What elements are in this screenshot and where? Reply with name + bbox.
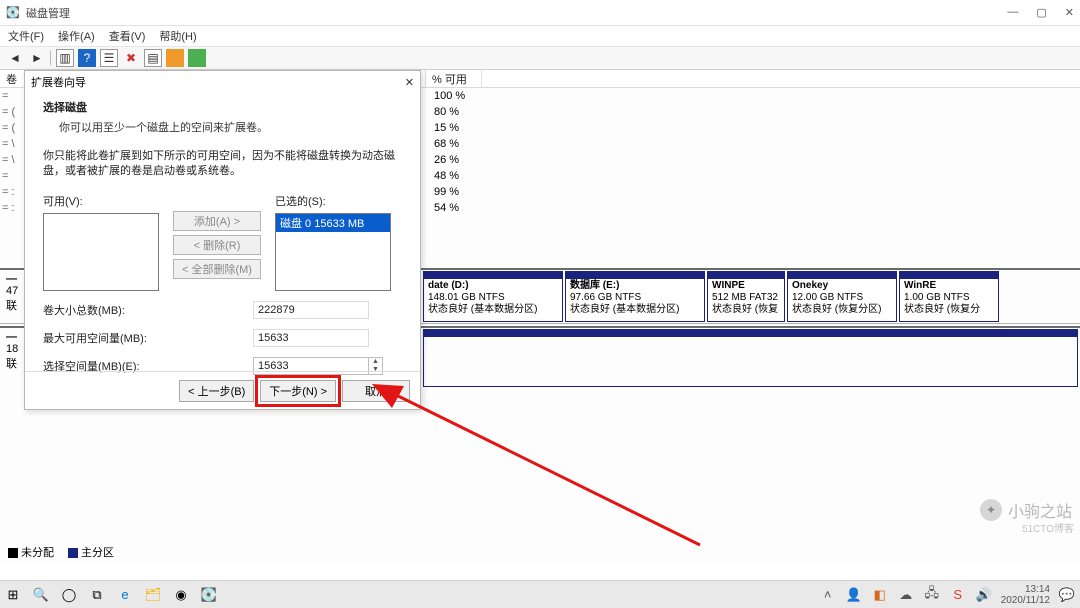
taskbar-clock[interactable]: 13:14 2020/11/12 [1001, 584, 1050, 606]
pct-5: 48 % [430, 170, 459, 182]
wechat-badge: ✦ 小驹之站 [980, 498, 1072, 522]
disk1-partition[interactable] [423, 329, 1078, 387]
tray-red-icon[interactable]: S [949, 586, 967, 604]
taskview-icon[interactable]: ⧉ [88, 586, 106, 604]
pct-0: 100 % [430, 90, 465, 102]
pct-6: 99 % [430, 186, 459, 198]
col-pct[interactable]: % 可用 [426, 70, 482, 87]
dialog-title: 扩展卷向导 [31, 74, 405, 90]
taskbar-time: 13:14 [1001, 584, 1050, 595]
total-size-value: 222879 [253, 301, 369, 319]
menu-action[interactable]: 操作(A) [58, 28, 95, 44]
pct-4: 26 % [430, 154, 459, 166]
partition[interactable]: WinRE1.00 GB NTFS状态良好 (恢复分 [899, 271, 999, 322]
notifications-icon[interactable]: 💬 [1058, 586, 1076, 604]
available-label: 可用(V): [43, 193, 159, 209]
disk0-partitions: date (D:)148.01 GB NTFS状态良好 (基本数据分区)数据库 … [421, 270, 1080, 323]
back-button[interactable]: < 上一步(B) [179, 380, 254, 402]
search-icon[interactable]: 🔍 [32, 586, 50, 604]
pct-1: 80 % [430, 106, 459, 118]
taskbar-date: 2020/11/12 [1001, 595, 1050, 606]
legend-primary: 主分区 [81, 547, 114, 559]
menubar: 文件(F) 操作(A) 查看(V) 帮助(H) [0, 26, 1080, 46]
wechat-icon: ✦ [980, 499, 1002, 521]
start-button[interactable]: ⊞ [4, 586, 22, 604]
forward-icon[interactable]: ► [28, 49, 46, 67]
extend-volume-wizard: 扩展卷向导 ✕ 选择磁盘 你可以用至少一个磁盘上的空间来扩展卷。 你只能将此卷扩… [24, 70, 421, 410]
tray-orange-icon[interactable]: ◧ [871, 586, 889, 604]
menu-help[interactable]: 帮助(H) [159, 28, 196, 44]
legend: 未分配 主分区 [8, 544, 114, 560]
partition[interactable]: WINPE512 MB FAT32状态良好 (恢复 [707, 271, 785, 322]
back-icon[interactable]: ◄ [6, 49, 24, 67]
max-space-value: 15633 [253, 329, 369, 347]
legend-unalloc: 未分配 [21, 547, 54, 559]
cancel-button[interactable]: 取消 [342, 380, 410, 402]
diskmgmt-task-icon[interactable]: 💽 [200, 586, 218, 604]
spin-up-icon[interactable]: ▲ [369, 358, 382, 366]
separator [50, 50, 52, 66]
partition[interactable]: 数据库 (E:)97.66 GB NTFS状态良好 (基本数据分区) [565, 271, 705, 322]
tray-people-icon[interactable]: 👤 [845, 586, 863, 604]
remove-button[interactable]: < 删除(R) [173, 235, 261, 255]
selected-listbox[interactable]: 磁盘 0 15633 MB [275, 213, 391, 291]
pct-2: 15 % [430, 122, 459, 134]
remove-all-button[interactable]: < 全部删除(M) [173, 259, 261, 279]
dialog-close-button[interactable]: ✕ [405, 76, 414, 89]
total-size-label: 卷大小总数(MB): [43, 302, 253, 318]
maximize-button[interactable]: ▢ [1036, 6, 1046, 19]
available-listbox[interactable] [43, 213, 159, 291]
annotation-arrow [370, 380, 710, 550]
dialog-note: 你只能将此卷扩展到如下所示的可用空间，因为不能将磁盘转换为动态磁盘，或者被扩展的… [43, 149, 402, 179]
menu-view[interactable]: 查看(V) [109, 28, 146, 44]
wechat-text: 小驹之站 [1008, 498, 1072, 522]
explorer-icon[interactable]: 🗂 [144, 586, 162, 604]
help-icon[interactable]: ? [78, 49, 96, 67]
toolbar-btn-3[interactable]: ✖ [122, 49, 140, 67]
window-titlebar: 💽 磁盘管理 — ▢ ✕ [0, 0, 1080, 26]
watermark-1: 51CTO博客 [1022, 520, 1074, 535]
next-button[interactable]: 下一步(N) > [260, 380, 336, 402]
chrome-icon[interactable]: ◉ [172, 586, 190, 604]
partition[interactable]: Onekey12.00 GB NTFS状态良好 (恢复分区) [787, 271, 897, 322]
window-title: 磁盘管理 [26, 5, 1007, 21]
tray-cloud-icon[interactable]: ☁ [897, 586, 915, 604]
tray-up-icon[interactable]: ˄ [819, 586, 837, 604]
dialog-heading: 选择磁盘 [43, 99, 402, 115]
dialog-subtitle: 你可以用至少一个磁盘上的空间来扩展卷。 [59, 119, 402, 135]
toolbar: ◄ ► ▥ ? ☰ ✖ ▤ [0, 46, 1080, 70]
tray-network-icon[interactable]: 🖧 [923, 586, 941, 604]
tray-volume-icon[interactable]: 🔊 [975, 586, 993, 604]
close-button[interactable]: ✕ [1065, 6, 1074, 19]
selected-label: 已选的(S): [275, 193, 391, 209]
legend-primary-swatch [68, 548, 78, 558]
partition[interactable]: date (D:)148.01 GB NTFS状态良好 (基本数据分区) [423, 271, 563, 322]
properties-icon[interactable]: ▤ [144, 49, 162, 67]
cortana-icon[interactable]: ◯ [60, 586, 78, 604]
selected-item[interactable]: 磁盘 0 15633 MB [276, 214, 390, 232]
menu-file[interactable]: 文件(F) [8, 28, 44, 44]
pct-7: 54 % [430, 202, 459, 214]
disk-icon: 💽 [6, 6, 20, 20]
pct-3: 68 % [430, 138, 459, 150]
legend-unalloc-swatch [8, 548, 18, 558]
toolbar-btn-1[interactable]: ▥ [56, 49, 74, 67]
taskbar: ⊞ 🔍 ◯ ⧉ e 🗂 ◉ 💽 ˄ 👤 ◧ ☁ 🖧 S 🔊 13:14 2020… [0, 580, 1080, 608]
edge-icon[interactable]: e [116, 586, 134, 604]
toolbar-btn-4[interactable] [166, 49, 184, 67]
toolbar-btn-5[interactable] [188, 49, 206, 67]
minimize-button[interactable]: — [1007, 6, 1018, 19]
add-button[interactable]: 添加(A) > [173, 211, 261, 231]
toolbar-btn-2[interactable]: ☰ [100, 49, 118, 67]
content-area: 卷 布局 类型 文件系统 状态 容量 可用空... % 可用 =100 % = … [0, 70, 1080, 564]
max-space-label: 最大可用空间量(MB): [43, 330, 253, 346]
